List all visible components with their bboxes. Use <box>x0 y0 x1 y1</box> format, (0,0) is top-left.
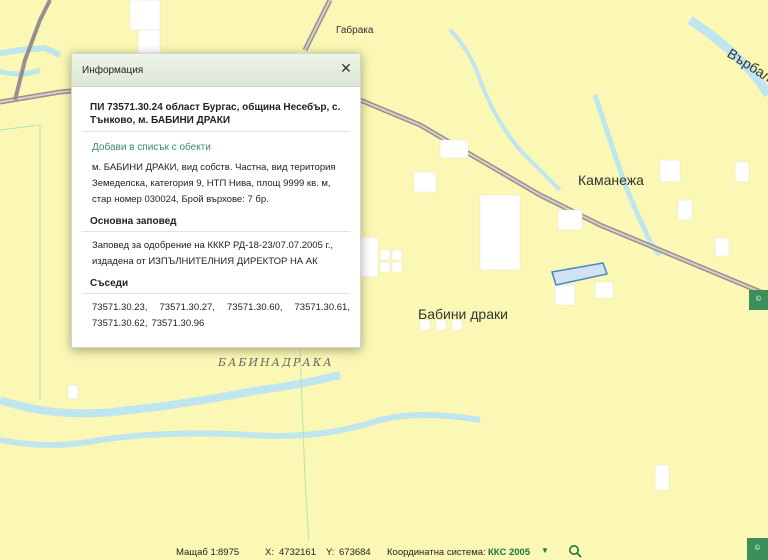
scale-label: Мащаб 1: <box>176 547 219 558</box>
dialog-body: ПИ 73571.30.24 област Бургас, община Нес… <box>72 87 360 332</box>
neighbor-link[interactable]: 73571.30.23, <box>92 300 147 316</box>
place-label-babinadraka: БАБИНАДРАКА <box>218 356 334 369</box>
neighbor-link[interactable]: 73571.30.60, <box>227 300 282 316</box>
parcel-description: м. БАБИНИ ДРАКИ, вид собств. Частна, вид… <box>92 162 336 205</box>
copyright-badge[interactable]: © <box>747 538 768 560</box>
neighbor-link[interactable]: 73571.30.27, <box>160 300 215 316</box>
dialog-title: Информация <box>82 65 144 76</box>
close-icon[interactable]: ✕ <box>338 61 354 77</box>
order-heading: Основна заповед <box>82 216 350 232</box>
parcel-title: ПИ 73571.30.24 област Бургас, община Нес… <box>82 101 350 132</box>
neighbors-list: 73571.30.23, 73571.30.27, 73571.30.60, 7… <box>92 300 350 332</box>
place-label-kamanezha: Каманежа <box>578 172 644 188</box>
dialog-header[interactable]: Информация ✕ <box>72 54 360 87</box>
x-value: 4732161 <box>279 547 316 558</box>
neighbor-link[interactable]: 73571.30.96 <box>151 316 204 332</box>
add-to-list-link[interactable]: Добави в списък с обекти <box>92 142 350 153</box>
place-label-gabraka: Габрака <box>336 25 374 36</box>
y-value: 673684 <box>339 547 371 558</box>
y-label: Y: <box>326 547 335 558</box>
x-label: X: <box>265 547 274 558</box>
neighbor-link[interactable]: 73571.30.61, <box>295 300 350 316</box>
place-label-babini-draki: Бабини драки <box>418 306 508 322</box>
order-text: Заповед за одобрение на КККР РД-18-23/07… <box>92 240 334 267</box>
neighbor-link[interactable]: 73571.30.62, <box>92 316 147 332</box>
crs-label: Координатна система: <box>387 547 486 558</box>
info-dialog: Информация ✕ ПИ 73571.30.24 област Бурга… <box>71 53 361 348</box>
search-icon[interactable] <box>568 544 582 558</box>
chevron-down-icon[interactable]: ▼ <box>541 546 549 555</box>
side-tool-icon[interactable]: © <box>749 290 768 310</box>
scale-value: 8975 <box>218 547 240 558</box>
crs-select[interactable]: ККС 2005 <box>488 547 530 558</box>
status-bar: Мащаб 1: 8975 X: 4732161 Y: 673684 Коорд… <box>0 540 768 560</box>
neighbors-heading: Съседи <box>82 278 350 294</box>
